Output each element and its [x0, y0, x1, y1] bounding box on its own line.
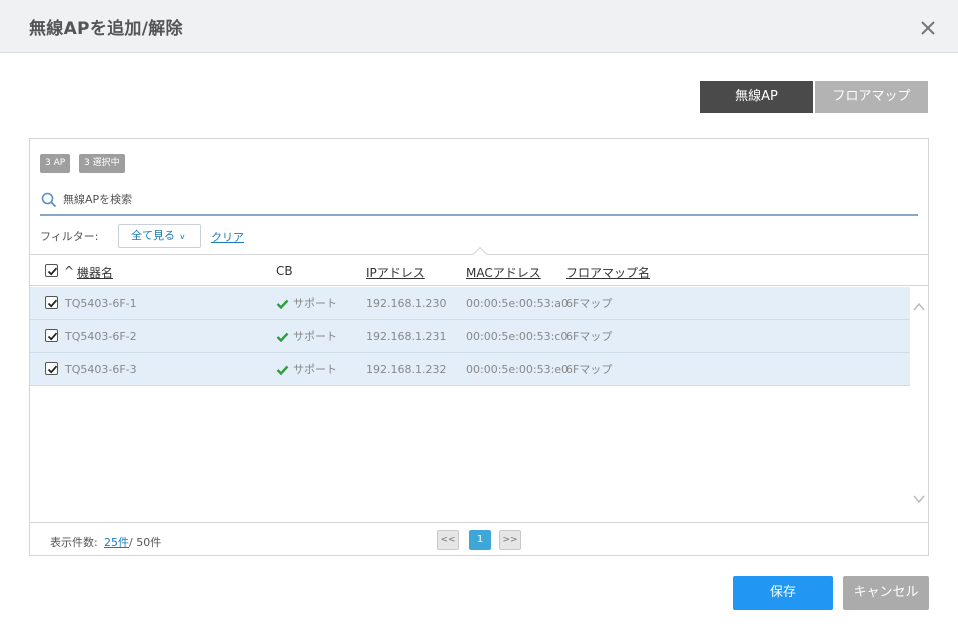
column-header-ip[interactable]: IPアドレス: [366, 264, 425, 281]
device-name: TQ5403-6F-2: [65, 330, 137, 343]
device-name: TQ5403-6F-3: [65, 363, 137, 376]
ip-address: 192.168.1.231: [366, 330, 447, 343]
search-icon: [41, 192, 57, 208]
clear-filter-link[interactable]: クリア: [211, 229, 244, 245]
save-button[interactable]: 保存: [733, 576, 833, 610]
scroll-down-icon[interactable]: [912, 491, 926, 505]
column-header-cb: CB: [276, 264, 293, 278]
table-row[interactable]: TQ5403-6F-1 サポート 192.168.1.230 00:00:5e:…: [30, 287, 910, 320]
check-icon: [276, 365, 289, 376]
page-prev-button[interactable]: <<: [437, 530, 459, 550]
floormap-name: 6Fマップ: [566, 363, 613, 376]
device-name: TQ5403-6F-1: [65, 297, 137, 310]
cb-support-status: サポート: [276, 328, 337, 344]
mac-address: 00:00:5e:00:53:c0: [466, 330, 568, 343]
column-header-floormap[interactable]: フロアマップ名: [566, 264, 650, 281]
filter-dropdown[interactable]: 全て見る v: [118, 224, 201, 248]
filter-label: フィルター:: [40, 230, 99, 243]
floormap-name: 6Fマップ: [566, 297, 613, 310]
table-row[interactable]: TQ5403-6F-2 サポート 192.168.1.231 00:00:5e:…: [30, 320, 910, 353]
scroll-up-icon[interactable]: [912, 299, 926, 313]
row-checkbox[interactable]: [45, 329, 58, 342]
search-input[interactable]: [63, 189, 903, 209]
filter-selected-value: 全て見る: [131, 229, 175, 242]
cb-support-label: サポート: [293, 297, 337, 310]
mac-address: 00:00:5e:00:53:a0: [466, 297, 569, 310]
tab-floor-map[interactable]: フロアマップ: [815, 81, 928, 113]
page-1-button[interactable]: 1: [469, 530, 491, 550]
ap-list-panel: 3 AP 3 選択中 フィルター: 全て見る v クリア ^ 機器名 CB IPア…: [29, 138, 929, 556]
cb-support-label: サポート: [293, 330, 337, 343]
ap-count-badge: 3 AP: [40, 154, 71, 173]
dialog-header: 無線APを追加/解除: [0, 0, 958, 53]
row-checkbox[interactable]: [45, 362, 58, 375]
close-icon[interactable]: [916, 16, 940, 40]
select-all-checkbox[interactable]: [45, 264, 58, 277]
ap-table-body: TQ5403-6F-1 サポート 192.168.1.230 00:00:5e:…: [30, 287, 910, 386]
cb-support-status: サポート: [276, 295, 337, 311]
floormap-name: 6Fマップ: [566, 330, 613, 343]
chevron-down-icon: v: [180, 232, 185, 241]
column-header-mac[interactable]: MACアドレス: [466, 264, 541, 281]
check-icon: [276, 332, 289, 343]
row-checkbox[interactable]: [45, 296, 58, 309]
ip-address: 192.168.1.230: [366, 297, 447, 310]
cancel-button[interactable]: キャンセル: [843, 576, 929, 610]
header-notch: [472, 246, 488, 262]
column-header-name[interactable]: 機器名: [77, 264, 113, 281]
dialog-title: 無線APを追加/解除: [29, 19, 183, 39]
cb-support-label: サポート: [293, 363, 337, 376]
ip-address: 192.168.1.232: [366, 363, 447, 376]
search-bar: [40, 187, 918, 216]
selected-count-badge: 3 選択中: [79, 154, 125, 173]
check-icon: [276, 299, 289, 310]
table-row[interactable]: TQ5403-6F-3 サポート 192.168.1.232 00:00:5e:…: [30, 353, 910, 386]
cb-support-status: サポート: [276, 361, 337, 377]
mac-address: 00:00:5e:00:53:e0: [466, 363, 569, 376]
per-page-label: 表示件数:: [50, 536, 98, 549]
total-count: / 50件: [129, 536, 162, 549]
per-page-selector[interactable]: 25件: [104, 534, 129, 550]
table-footer: 表示件数: 25件 / 50件 << 1 >>: [30, 522, 928, 555]
sort-asc-icon: ^: [64, 264, 75, 278]
page-next-button[interactable]: >>: [499, 530, 521, 550]
tab-wireless-ap[interactable]: 無線AP: [700, 81, 813, 113]
table-header: ^ 機器名 CB IPアドレス MACアドレス フロアマップ名: [30, 246, 928, 286]
